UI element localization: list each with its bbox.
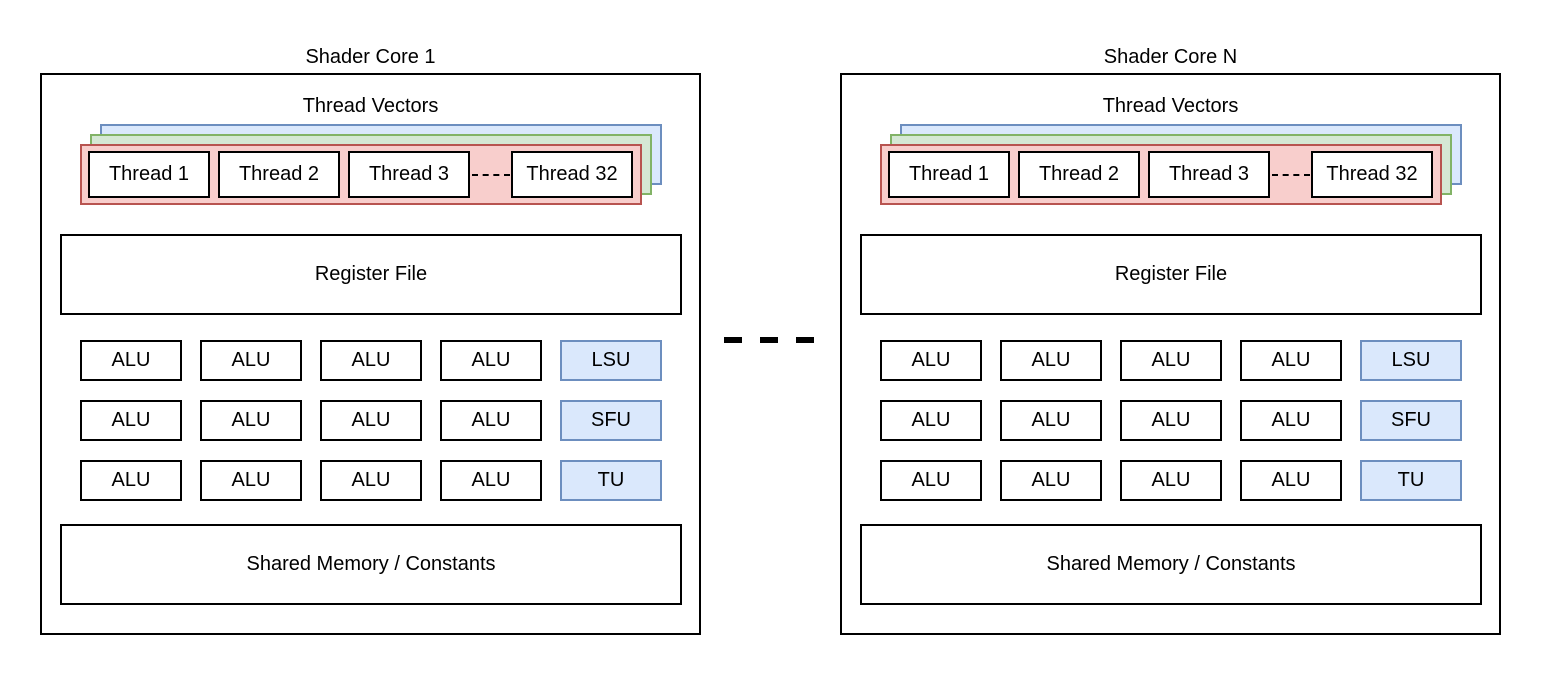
- unit-tu: TU: [1360, 460, 1462, 501]
- thread-ellipsis: [1272, 174, 1310, 176]
- thread-box: Thread 32: [511, 151, 633, 198]
- unit-alu: ALU: [1240, 460, 1342, 501]
- unit-alu: ALU: [200, 340, 302, 381]
- unit-alu: ALU: [880, 340, 982, 381]
- core-title: Shader Core 1: [305, 46, 436, 68]
- ellipsis-dash: [796, 337, 814, 343]
- thread-box: Thread 32: [1311, 151, 1433, 198]
- unit-alu: ALU: [440, 340, 542, 381]
- thread-vectors-label: Thread Vectors: [302, 95, 439, 117]
- thread-box: Thread 3: [348, 151, 470, 198]
- unit-alu: ALU: [880, 460, 982, 501]
- unit-alu: ALU: [1120, 400, 1222, 441]
- unit-alu: ALU: [1240, 340, 1342, 381]
- unit-lsu: LSU: [1360, 340, 1462, 381]
- unit-alu: ALU: [200, 460, 302, 501]
- unit-tu: TU: [560, 460, 662, 501]
- unit-alu: ALU: [440, 460, 542, 501]
- core-title: Shader Core N: [1103, 46, 1238, 68]
- unit-alu: ALU: [80, 460, 182, 501]
- thread-box: Thread 3: [1148, 151, 1270, 198]
- unit-alu: ALU: [1240, 400, 1342, 441]
- unit-alu: ALU: [80, 340, 182, 381]
- unit-alu: ALU: [1120, 460, 1222, 501]
- thread-box: Thread 1: [888, 151, 1010, 198]
- unit-alu: ALU: [320, 340, 422, 381]
- shared-memory-constants: Shared Memory / Constants: [60, 524, 682, 605]
- unit-alu: ALU: [320, 400, 422, 441]
- ellipsis-dash: [760, 337, 778, 343]
- unit-alu: ALU: [80, 400, 182, 441]
- ellipsis-dash: [724, 337, 742, 343]
- unit-alu: ALU: [1000, 460, 1102, 501]
- shared-memory-constants: Shared Memory / Constants: [860, 524, 1482, 605]
- thread-box: Thread 2: [218, 151, 340, 198]
- register-file: Register File: [60, 234, 682, 315]
- register-file: Register File: [860, 234, 1482, 315]
- unit-alu: ALU: [1000, 400, 1102, 441]
- unit-alu: ALU: [320, 460, 422, 501]
- unit-sfu: SFU: [560, 400, 662, 441]
- thread-box: Thread 2: [1018, 151, 1140, 198]
- unit-alu: ALU: [1000, 340, 1102, 381]
- thread-vectors-label: Thread Vectors: [1102, 95, 1239, 117]
- unit-sfu: SFU: [1360, 400, 1462, 441]
- unit-alu: ALU: [200, 400, 302, 441]
- unit-alu: ALU: [440, 400, 542, 441]
- unit-lsu: LSU: [560, 340, 662, 381]
- unit-alu: ALU: [1120, 340, 1222, 381]
- thread-ellipsis: [472, 174, 510, 176]
- unit-alu: ALU: [880, 400, 982, 441]
- thread-box: Thread 1: [88, 151, 210, 198]
